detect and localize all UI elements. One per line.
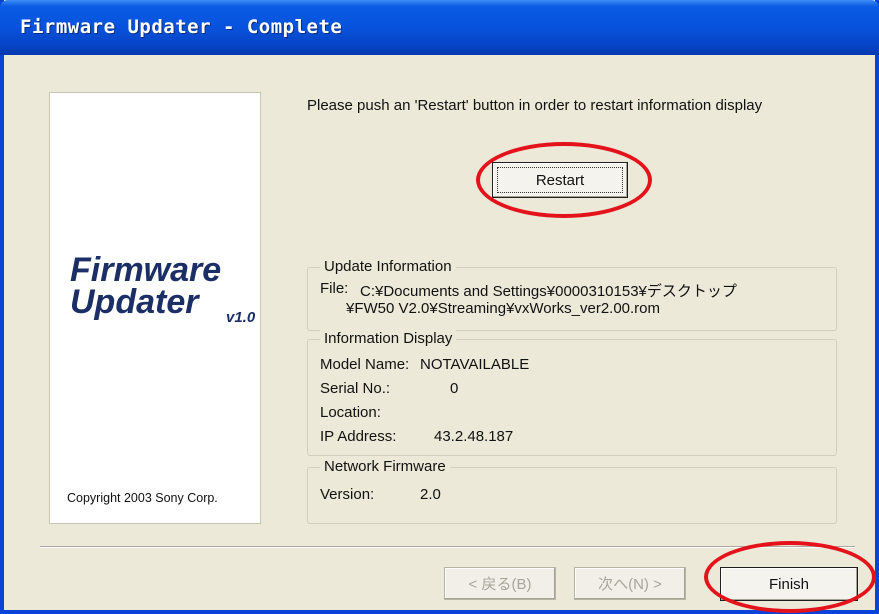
button-separator <box>40 546 855 548</box>
version-label: Version: <box>320 486 375 503</box>
model-name-value: NOTAVAILABLE <box>420 356 530 373</box>
window-title: Firmware Updater - Complete <box>20 16 343 38</box>
serial-no-label: Serial No.: <box>320 380 391 397</box>
serial-no-value: 0 <box>450 380 459 397</box>
firmware-updater-dialog: Firmware Updater - Complete Firmware Upd… <box>0 0 879 614</box>
restart-instruction-text: Please push an 'Restart' button in order… <box>307 97 763 114</box>
title-bar[interactable]: Firmware Updater - Complete <box>0 0 879 55</box>
file-path-line1: C:¥Documents and Settings¥0000310153¥デスク… <box>360 283 737 300</box>
copyright-text: Copyright 2003 Sony Corp. <box>67 491 218 505</box>
update-information-label: Update Information <box>320 258 456 275</box>
next-button[interactable]: 次へ(N) > <box>574 567 686 600</box>
version-value: 2.0 <box>420 486 441 503</box>
finish-button-label: Finish <box>768 575 809 593</box>
file-label: File: <box>320 280 349 297</box>
ip-address-value: 43.2.48.187 <box>434 428 514 445</box>
side-banner: Firmware Updater v1.0 Copyright 2003 Son… <box>49 92 261 524</box>
file-path-line2: ¥FW50 V2.0¥Streaming¥vxWorks_ver2.00.rom <box>346 300 661 317</box>
ip-address-label: IP Address: <box>320 428 397 445</box>
network-firmware-group: Network Firmware Version: 2.0 <box>307 458 837 524</box>
logo-updater-text: Updater <box>70 283 199 321</box>
focus-rectangle <box>497 167 623 193</box>
back-button-label: < 戻る(B) <box>468 576 532 593</box>
finish-button[interactable]: Finish <box>720 567 858 601</box>
back-button[interactable]: < 戻る(B) <box>444 567 556 600</box>
logo-version-text: v1.0 <box>226 309 256 326</box>
information-display-label: Information Display <box>320 330 457 347</box>
next-button-label: 次へ(N) > <box>598 576 662 593</box>
update-information-group: Update Information File: C:¥Documents an… <box>307 258 837 331</box>
information-display-group: Information Display Model Name: NOTAVAIL… <box>307 330 837 456</box>
network-firmware-label: Network Firmware <box>320 458 450 475</box>
location-label: Location: <box>320 404 381 421</box>
restart-button[interactable]: Restart <box>492 162 628 198</box>
model-name-label: Model Name: <box>320 356 410 373</box>
